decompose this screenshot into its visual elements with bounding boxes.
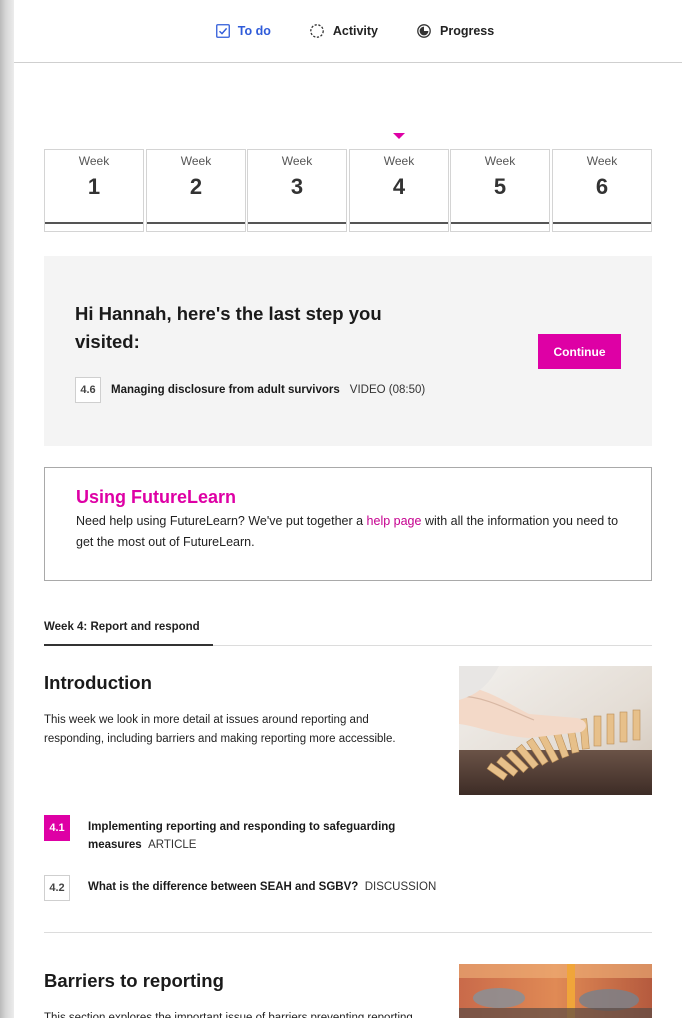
course-todo-page: To do Activity Progress Week 1 Week 2 We… <box>14 0 682 1018</box>
step-number-badge: 4.2 <box>44 875 70 901</box>
checkbox-icon <box>215 24 230 38</box>
tab-to-do[interactable]: To do <box>215 24 271 38</box>
window-edge <box>0 0 14 1018</box>
section-description: This week we look in more detail at issu… <box>44 714 396 745</box>
step-title: What is the difference between SEAH and … <box>88 881 359 893</box>
week-progress-bar <box>248 222 346 224</box>
help-card: Using FutureLearn Need help using Future… <box>44 467 652 581</box>
week-progress-bar <box>451 222 549 224</box>
week-label: Week <box>78 154 110 168</box>
week-progress-bar <box>147 222 245 224</box>
step-type: VIDEO (08:50) <box>349 384 426 396</box>
section-divider <box>44 932 652 933</box>
week-number: 4 <box>392 174 406 199</box>
week-progress-bar <box>350 222 448 224</box>
week-tab-2[interactable]: Week 2 <box>146 149 246 232</box>
section-title: Introduction <box>44 672 152 693</box>
step-number-badge: 4.1 <box>44 815 70 841</box>
week-progress-bar <box>45 222 143 224</box>
step-type: ARTICLE <box>148 839 197 851</box>
section-description: This section explores the important issu… <box>44 1012 413 1018</box>
week-number: 1 <box>87 174 101 199</box>
top-tabs: To do Activity Progress <box>14 0 682 63</box>
help-text-before: Need help using FutureLearn? We've put t… <box>76 514 367 528</box>
progress-icon <box>417 24 431 38</box>
week-number: 3 <box>290 174 304 199</box>
step-text: What is the difference between SEAH and … <box>88 875 508 901</box>
tab-activity[interactable]: Activity <box>309 23 378 39</box>
week-number: 6 <box>595 174 609 199</box>
step-type: DISCUSSION <box>364 881 437 893</box>
step-title: Managing disclosure from adult survivors <box>111 384 340 396</box>
help-title: Using FutureLearn <box>76 487 237 507</box>
week-number: 2 <box>189 174 203 199</box>
step-link-4-2[interactable]: 4.2 What is the difference between SEAH … <box>44 875 508 901</box>
week-number: 5 <box>493 174 507 199</box>
step-text: Implementing reporting and responding to… <box>88 815 448 854</box>
tab-progress[interactable]: Progress <box>416 23 494 39</box>
week-tab-6[interactable]: Week 6 <box>552 149 652 232</box>
tab-progress-label: Progress <box>440 24 495 38</box>
continue-button[interactable]: Continue <box>538 334 621 369</box>
step-title: Implementing reporting and responding to… <box>88 821 396 851</box>
week-tab-5[interactable]: Week 5 <box>450 149 550 232</box>
week-tab-3[interactable]: Week 3 <box>247 149 347 232</box>
week-label: Week <box>281 154 313 168</box>
week-title: Week 4: Report and respond <box>44 621 200 633</box>
section-title: Barriers to reporting <box>44 970 224 991</box>
week-label: Week <box>586 154 618 168</box>
tab-to-do-label: To do <box>237 24 271 38</box>
week-progress-bar <box>553 222 651 224</box>
last-step-link[interactable]: 4.6 Managing disclosure from adult survi… <box>75 377 425 403</box>
activity-icon <box>310 24 324 38</box>
tab-activity-label: Activity <box>332 24 379 38</box>
week-tab-4[interactable]: Week 4 <box>349 149 449 232</box>
step-link-4-1[interactable]: 4.1 Implementing reporting and respondin… <box>44 815 448 854</box>
last-step-card: Hi Hannah, here's the last step you visi… <box>44 256 652 446</box>
week-selector: Week 1 Week 2 Week 3 Week 4 Week 5 Week … <box>44 149 652 232</box>
last-step-heading: Hi Hannah, here's the last step you visi… <box>75 303 382 352</box>
section-image-dominoes <box>459 666 652 795</box>
week-title-underline <box>44 644 213 646</box>
step-number-badge: 4.6 <box>75 377 101 403</box>
week-label: Week <box>383 154 415 168</box>
week-tab-1[interactable]: Week 1 <box>44 149 144 232</box>
help-page-link[interactable]: help page <box>367 514 422 528</box>
week-label: Week <box>484 154 516 168</box>
week-label: Week <box>180 154 212 168</box>
help-text: Need help using FutureLearn? We've put t… <box>76 511 620 553</box>
selected-week-indicator <box>393 133 405 139</box>
section-image-traffic <box>459 964 652 1018</box>
